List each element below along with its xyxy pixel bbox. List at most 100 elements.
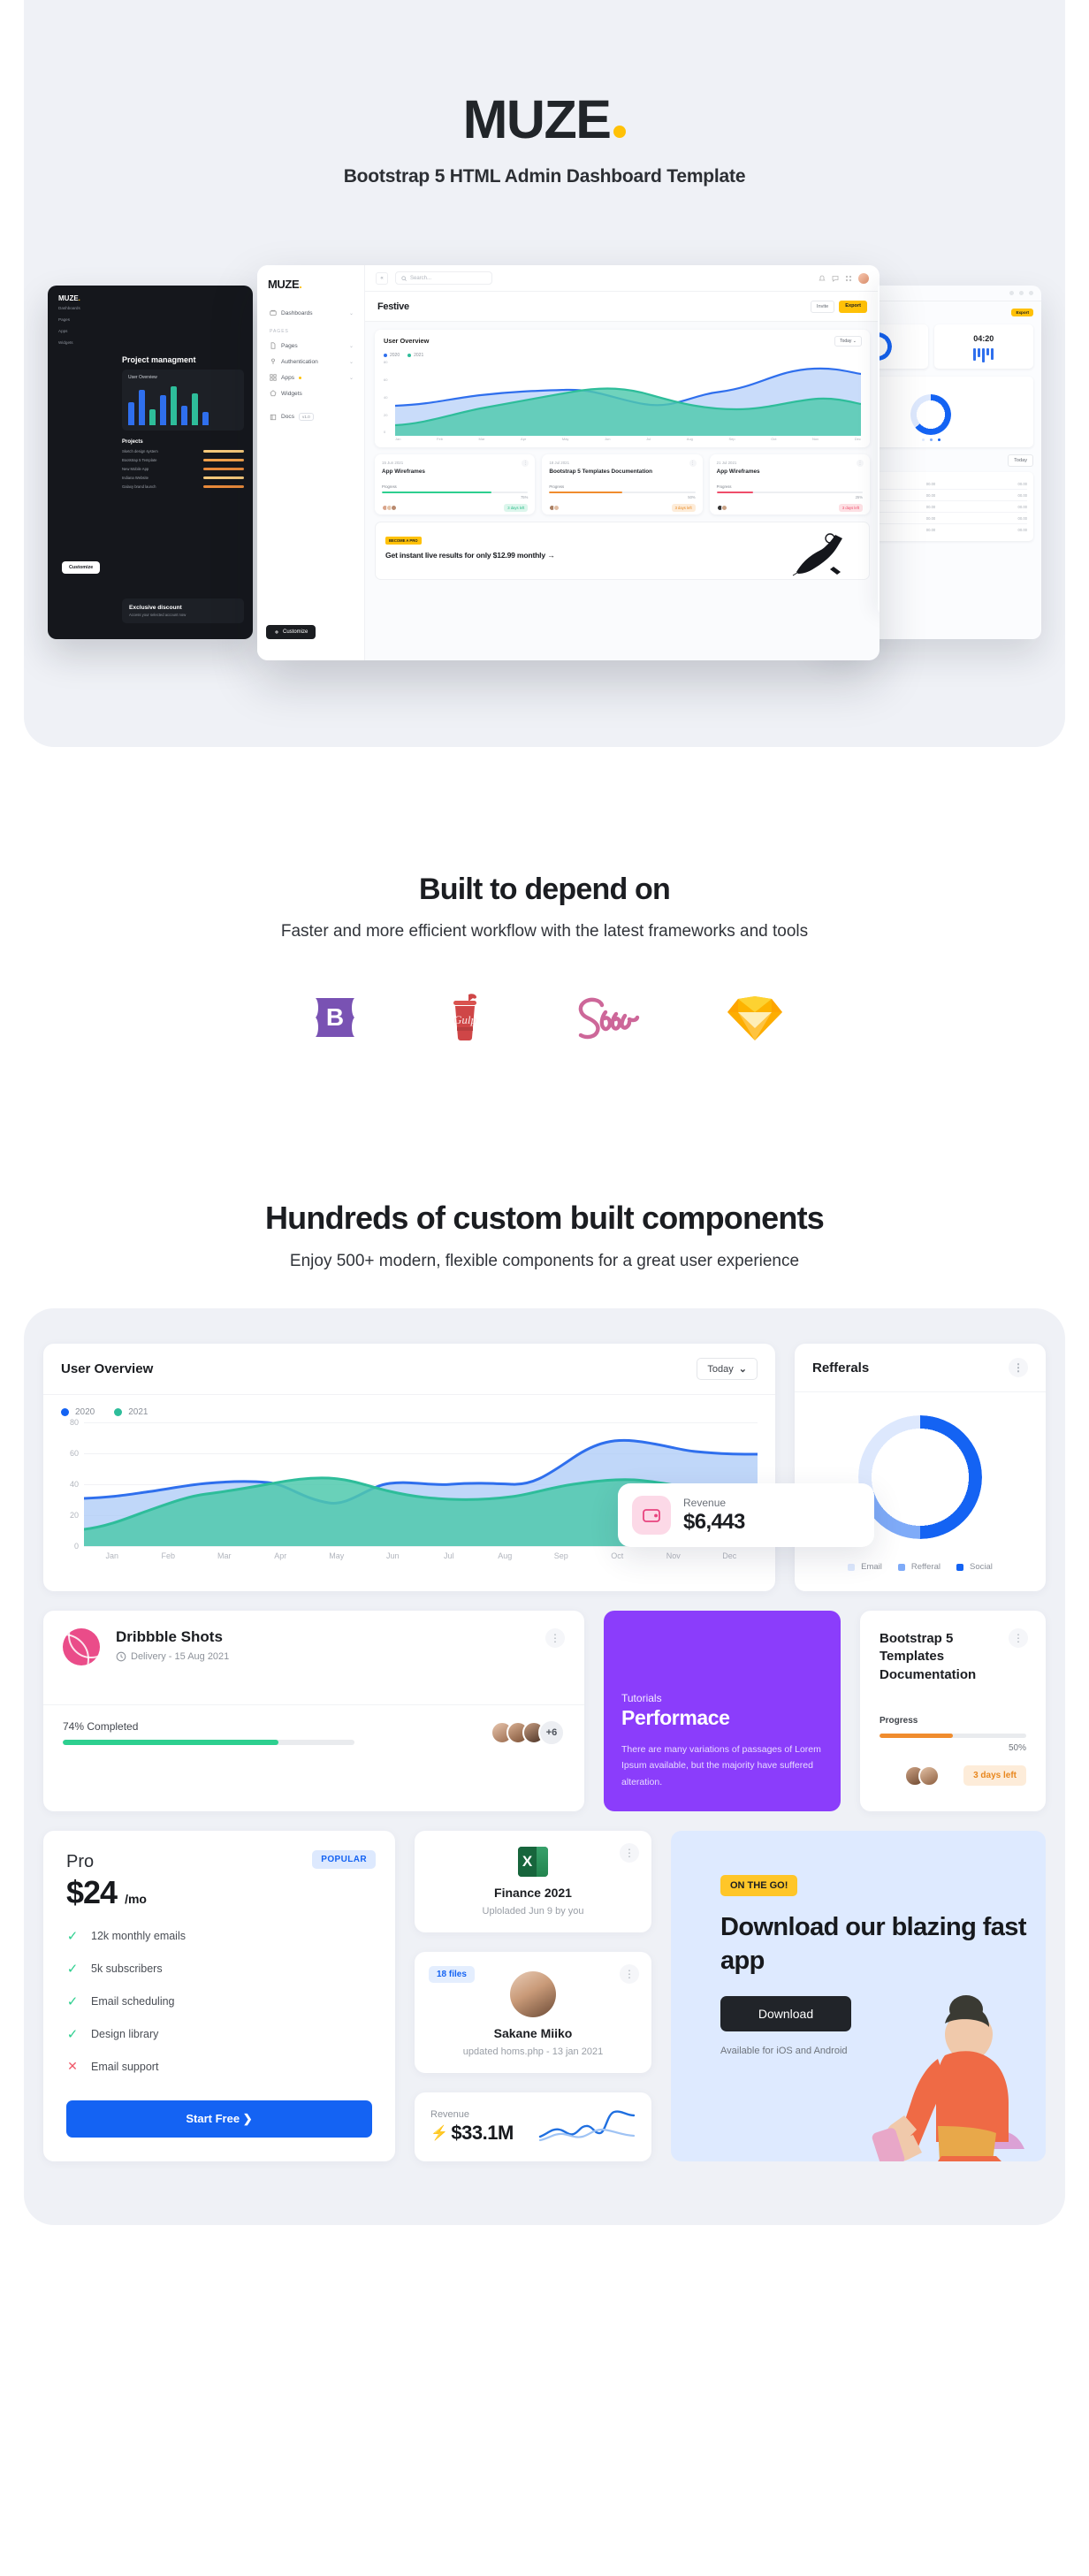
dark-bar-chart <box>128 386 238 425</box>
main-chart-legend: 2020 2021 <box>384 353 861 358</box>
bolt-icon: ⚡ <box>430 2126 448 2142</box>
x-tick: Oct <box>771 437 777 441</box>
kebab-icon[interactable]: ⋮ <box>1009 1358 1028 1377</box>
sidebar-item-pages[interactable]: Pages ⌄ <box>268 338 355 354</box>
dribbble-footer: 74% Completed +6 <box>43 1704 584 1762</box>
kebab-icon[interactable]: ⋮ <box>545 1628 565 1648</box>
main-area-chart: 80 60 40 20 0 <box>384 360 861 436</box>
legend-item: 2021 <box>407 353 423 358</box>
finance-title: Finance 2021 <box>494 1886 572 1901</box>
person-illustration <box>872 1995 1024 2162</box>
x-tick: Jul <box>443 1551 454 1560</box>
hero-screenshot-stage: MUZE. Dashboards Pages Apps Widgets Proj… <box>24 265 1065 747</box>
dribbble-subtitle-row: Delivery - 15 Aug 2021 <box>116 1651 229 1662</box>
profile-subtitle: updated homs.php - 13 jan 2021 <box>462 2046 604 2058</box>
kebab-icon[interactable]: ⋮ <box>620 1843 639 1863</box>
key-icon <box>271 358 275 364</box>
x-tick: Jul <box>646 437 651 441</box>
progress-percent: 75% <box>520 495 529 500</box>
feature-label: Design library <box>91 2028 159 2041</box>
check-icon: ✓ <box>66 1929 79 1945</box>
sidebar-item-docs[interactable]: Docs v1.0 <box>268 408 355 425</box>
excel-icon <box>518 1847 548 1878</box>
bell-icon <box>1009 291 1014 295</box>
project-date: 15 Jun 2021 <box>382 461 404 465</box>
x-tick: May <box>561 437 569 441</box>
x-tick: Sep <box>728 437 735 441</box>
components-section: Hundreds of custom built components Enjo… <box>0 1044 1089 1271</box>
avatar[interactable] <box>858 272 869 284</box>
x-axis: Jan Feb Mar Apr May Jun Jul Aug Sep Oct … <box>84 1551 758 1560</box>
collapse-sidebar-button[interactable]: « <box>376 271 388 285</box>
right-today-button[interactable]: Today <box>1008 454 1033 467</box>
on-the-go-tag: ON THE GO! <box>720 1875 798 1897</box>
dark-project-row: Indiana Website <box>122 476 244 480</box>
progress-label: Progress <box>382 484 397 489</box>
grid-menu-icon[interactable] <box>845 275 852 282</box>
main-range-select[interactable]: Today ⌄ <box>834 336 862 347</box>
main-user-overview-card: User Overview Today ⌄ 2020 2021 80 60 40 2… <box>375 330 870 447</box>
legend-label: Refferal <box>910 1562 940 1572</box>
bootstrap-logo: B <box>316 998 354 1037</box>
kebab-icon[interactable]: ⋮ <box>1009 1628 1028 1648</box>
sidebar-item-dashboards[interactable]: Dashboards ⌄ <box>268 305 355 321</box>
sidebar-item-label: Apps <box>281 374 295 381</box>
dribbble-header: Dribbble Shots Delivery - 15 Aug 2021 ⋮ <box>43 1611 584 1665</box>
refferals-title: Refferals <box>812 1360 870 1376</box>
kebab-icon[interactable]: ⋮ <box>856 460 864 467</box>
runner-illustration <box>792 533 842 576</box>
download-button[interactable]: Download <box>720 1995 851 2031</box>
right-timer-value: 04:20 <box>973 334 994 343</box>
check-icon: ✓ <box>66 1962 79 1978</box>
chat-icon[interactable] <box>832 275 839 282</box>
project-footer: 3 days left <box>382 504 529 513</box>
project-name: App Wireframes <box>716 469 760 475</box>
project-footer: 3 days left <box>716 504 863 513</box>
dark-promo-card: Exclusive discount Access your selected … <box>122 598 244 623</box>
main-customize-button[interactable]: Customize <box>266 625 316 639</box>
legend-item: Refferal <box>897 1562 940 1572</box>
bs-doc-footer: 3 days left <box>880 1764 1026 1787</box>
legend-item: Social <box>956 1562 993 1572</box>
dark-projects-label: Projects <box>122 439 143 445</box>
sidebar-item-widgets[interactable]: Widgets <box>268 385 355 401</box>
kebab-icon[interactable]: ⋮ <box>620 1964 639 1985</box>
export-button[interactable]: Export <box>839 300 867 313</box>
kebab-icon[interactable]: ⋮ <box>522 460 529 467</box>
avatar <box>510 1971 556 2018</box>
user-overview-card: User Overview Today ⌄ 2020 2021 80 60 40 … <box>43 1344 775 1591</box>
legend-label: 2020 <box>390 353 400 358</box>
start-free-button[interactable]: Start Free ❯ <box>66 2100 372 2138</box>
dark-nav-item: Dashboards <box>58 306 80 310</box>
kebab-icon[interactable]: ⋮ <box>689 460 697 467</box>
range-select[interactable]: Today ⌄ <box>697 1358 758 1380</box>
x-tick: Feb <box>437 437 443 441</box>
dark-promo-title: Exclusive discount <box>129 605 182 611</box>
brand-logo: MUZE <box>463 93 627 147</box>
search-input[interactable]: Search... <box>395 271 492 285</box>
revenue-sparkline <box>538 2110 636 2142</box>
sidebar-group-label: PAGES <box>270 329 289 334</box>
progress-bar <box>880 1733 1026 1738</box>
progress-label: Progress <box>549 484 565 489</box>
main-sidebar-logo-text: MUZE <box>268 278 300 291</box>
tutorials-body: There are many variations of passages of… <box>621 1744 821 1787</box>
brand-tagline: Bootstrap 5 HTML Admin Dashboard Templat… <box>343 166 746 187</box>
dark-customize-button[interactable]: Customize <box>62 561 101 574</box>
chevron-down-icon: ⌄ <box>348 375 354 381</box>
sidebar-item-authentication[interactable]: Authentication ⌄ <box>268 354 355 370</box>
main-chart-title: User Overview <box>384 337 430 345</box>
y-tick: 20 <box>69 1511 79 1520</box>
invite-button[interactable]: Invite <box>810 300 835 313</box>
dark-nav-item: Widgets <box>58 340 73 345</box>
bs-doc-title: Bootstrap 5 Templates Documentation <box>880 1631 977 1682</box>
bell-icon[interactable] <box>819 275 826 282</box>
right-export-button[interactable]: Export <box>1011 309 1033 316</box>
x-tick: May <box>329 1551 345 1560</box>
dark-logo: MUZE. <box>58 294 80 302</box>
refferals-card: Refferals ⋮ Email Refferal Social <box>795 1344 1046 1591</box>
project-card: ⋮ 21 Jul 2021 App Wireframes Progress 25… <box>709 454 870 514</box>
grid-icon <box>270 309 277 316</box>
sidebar-item-apps[interactable]: Apps ⌄ <box>268 370 355 385</box>
x-tick: Oct <box>611 1551 624 1560</box>
